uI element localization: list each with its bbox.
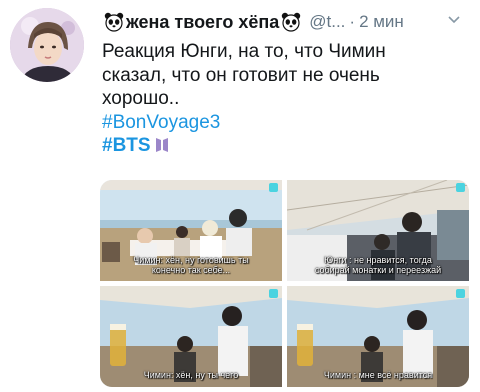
media-photo[interactable]: Юнги : не нравится, тогда собирай монатк…: [287, 180, 469, 281]
tweet-text: Реакция Юнги, на то, что Чимин сказал, ч…: [102, 40, 467, 158]
subtitle-line: Чимин : мне всё нравится: [323, 370, 433, 380]
video-subtitle: Чимин : мне всё нравится: [287, 370, 469, 380]
tweet-text-line: хорошо..: [102, 88, 180, 109]
hashtag-link[interactable]: #BTS: [102, 135, 151, 156]
tweet-header: жена твоего хёпа @t... · 2 мин: [102, 10, 466, 34]
media-photo[interactable]: Чимин: хён, ну ты чего: [100, 286, 282, 387]
video-subtitle: Юнги : не нравится, тогда собирай монатк…: [287, 255, 469, 275]
avatar[interactable]: [10, 8, 84, 82]
media-grid[interactable]: Чимин: хён, ну готовишь ты конечно так с…: [100, 180, 469, 387]
avatar-image: [10, 8, 84, 82]
media-photo[interactable]: Чимин : мне всё нравится: [287, 286, 469, 387]
subtitle-line: Чимин: хён, ну готовишь ты: [133, 255, 249, 265]
separator-dot: ·: [349, 12, 356, 31]
video-subtitle: Чимин: хён, ну готовишь ты конечно так с…: [100, 255, 282, 275]
panda-face-icon: [282, 12, 301, 32]
vlive-logo-icon: [269, 289, 278, 298]
hashtag-link[interactable]: #BonVoyage3: [102, 112, 220, 133]
media-photo[interactable]: Чимин: хён, ну готовишь ты конечно так с…: [100, 180, 282, 281]
subtitle-line: конечно так себе...: [151, 265, 231, 275]
chevron-down-icon[interactable]: [446, 12, 462, 28]
panda-face-icon: [104, 12, 124, 32]
bts-logo-icon: [155, 138, 168, 152]
tweet-text-line: сказал, что он готовит не очень: [102, 64, 380, 86]
user-handle[interactable]: @t...: [309, 12, 345, 32]
vlive-logo-icon: [456, 183, 465, 192]
subtitle-line: собирай монатки и переезжай: [314, 265, 442, 275]
video-subtitle: Чимин: хён, ну ты чего: [100, 370, 282, 380]
subtitle-line: Юнги : не нравится, тогда: [324, 255, 432, 265]
timestamp[interactable]: 2 мин: [359, 12, 404, 32]
vlive-logo-icon: [456, 289, 465, 298]
vlive-logo-icon: [269, 183, 278, 192]
display-name[interactable]: жена твоего хёпа: [126, 12, 279, 33]
tweet-text-line: Реакция Юнги, на то, что Чимин: [102, 41, 386, 62]
subtitle-line: Чимин: хён, ну ты чего: [143, 370, 239, 380]
